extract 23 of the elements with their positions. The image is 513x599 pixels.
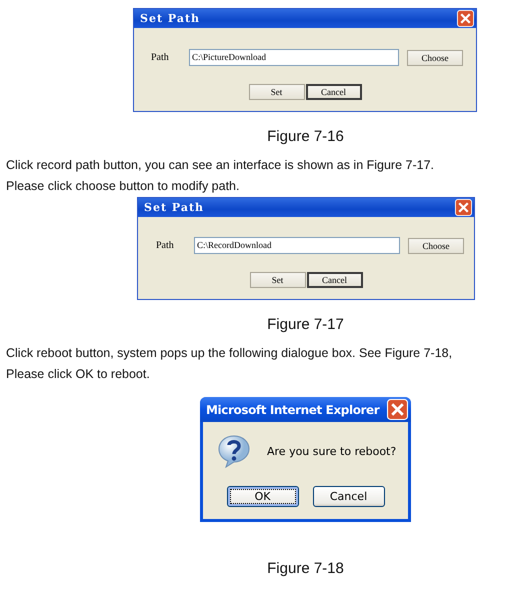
figure-caption: Figure 7-16 (267, 128, 344, 145)
body-text: Please click OK to reboot. (6, 366, 151, 383)
field-label: Path (156, 240, 175, 251)
body-text: Please click choose button to modify path. (6, 178, 240, 195)
window-title: Set Path (140, 12, 200, 25)
field-label: Path (151, 52, 170, 63)
dialog-button[interactable]: Set (250, 272, 306, 288)
body-text: Click record path button, you can see an interface is shown as in Figure 7-17. (6, 157, 436, 174)
figure-caption: Figure 7-18 (267, 560, 344, 577)
window-title: Microsoft Internet Explorer (206, 402, 380, 416)
path-field[interactable]: C:\RecordDownload (194, 237, 400, 254)
body-text: Click reboot button, system pops up the following dialogue box. See Figure 7-18, (6, 345, 454, 362)
path-field[interactable]: C:\PictureDownload (189, 49, 399, 66)
dialog-button[interactable]: OK (226, 486, 298, 507)
dialog-button[interactable]: Choose (408, 238, 464, 254)
dialog-button[interactable]: Cancel (306, 84, 362, 100)
window-title: Set Path (144, 201, 204, 214)
dialog-button[interactable]: Choose (407, 50, 463, 66)
dialog-button[interactable]: Cancel (312, 486, 384, 507)
dialog-message: Are you sure to reboot? (267, 444, 396, 458)
dialog-button[interactable]: Set (248, 84, 304, 100)
dialog-button[interactable]: Cancel (306, 272, 362, 288)
figure-caption: Figure 7-17 (267, 316, 344, 333)
